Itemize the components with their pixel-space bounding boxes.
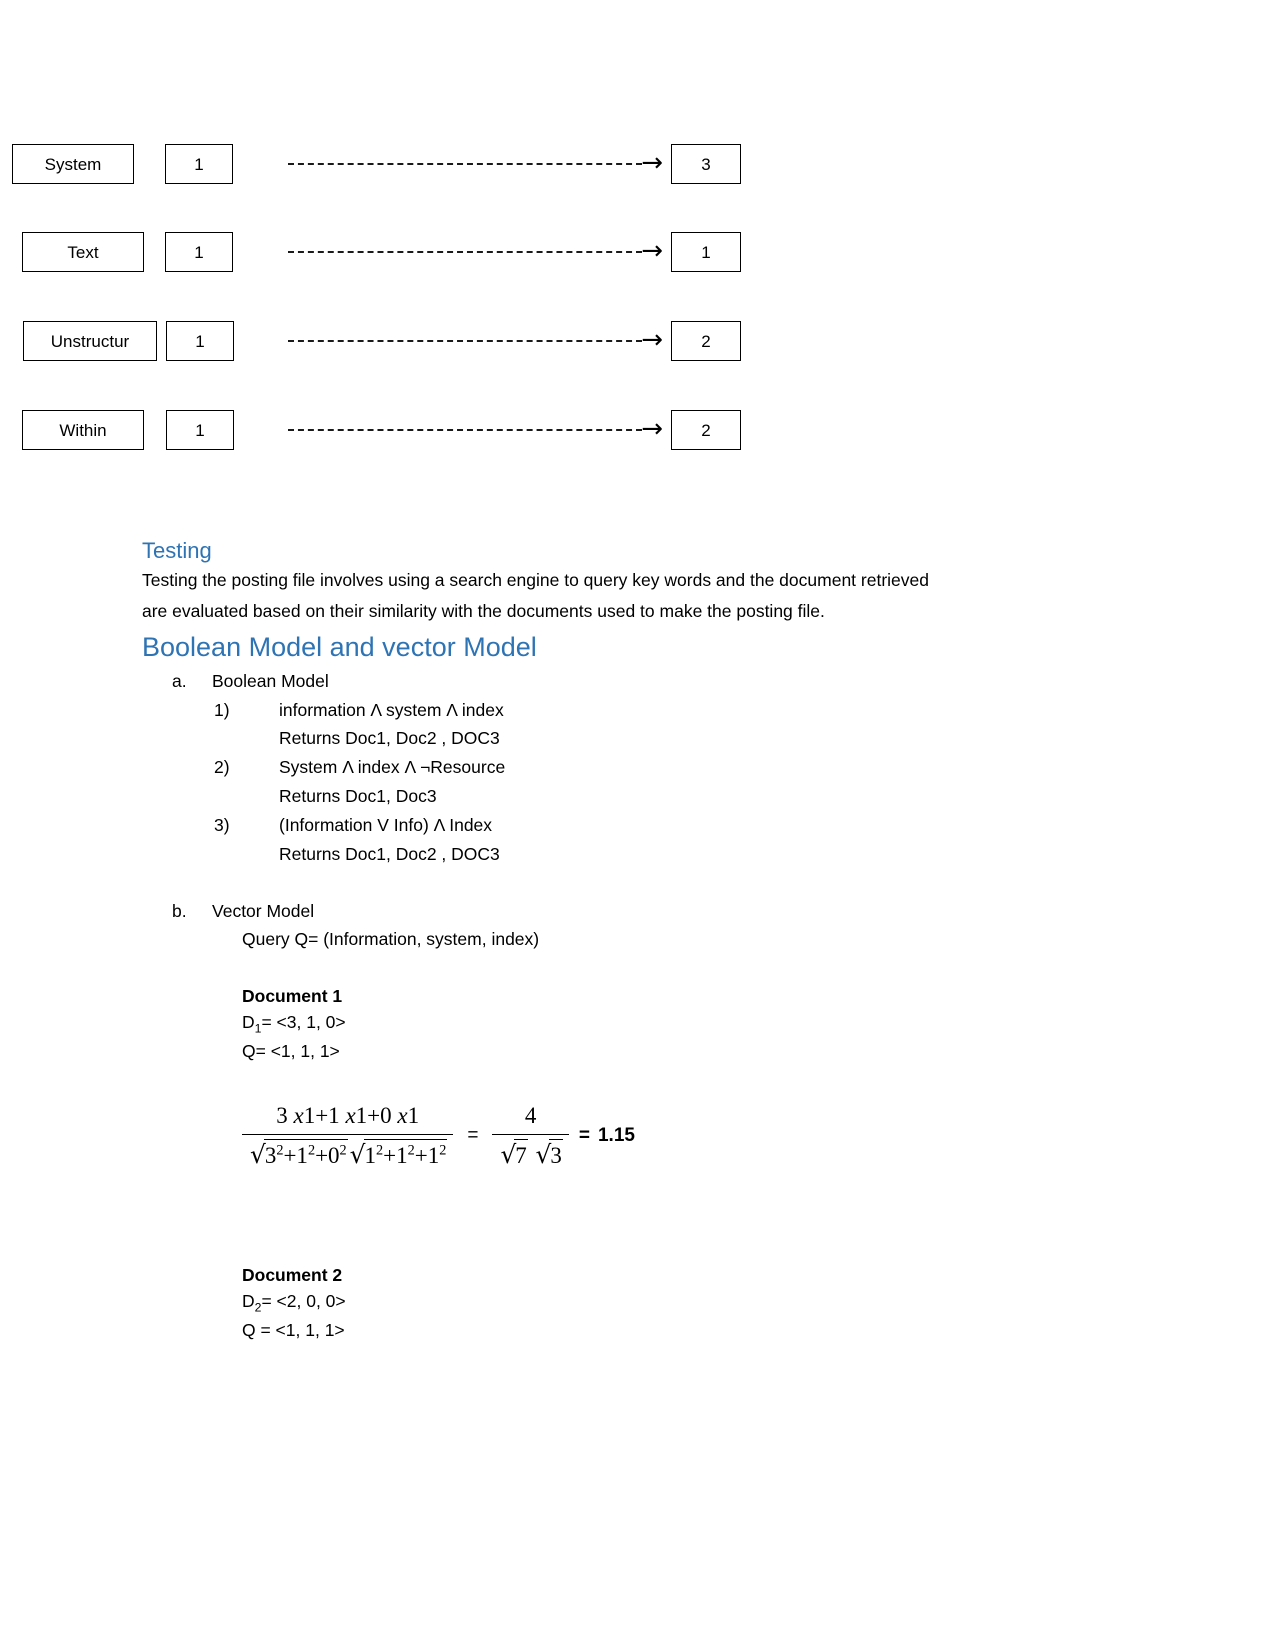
- simplified-denominator: √7 √3: [492, 1134, 569, 1173]
- document-1-title: Document 1: [242, 986, 343, 1007]
- exponent: 2: [407, 1142, 415, 1159]
- heading-boolean-vector-model: Boolean Model and vector Model: [142, 632, 537, 663]
- arrow-unstructur: →: [288, 325, 663, 355]
- term-box-text: Text: [22, 232, 144, 272]
- list-marker: 2): [214, 757, 230, 778]
- dashed-line: [288, 340, 643, 342]
- list-item-boolean-model: a. Boolean Model: [172, 669, 1092, 694]
- query-returns-2: Returns Doc1, Doc3: [279, 786, 437, 807]
- document-body: Testing Testing the posting file involve…: [142, 535, 1092, 1343]
- count-box-system: 1: [165, 144, 233, 184]
- document-2-query-vector: Q = <1, 1, 1>: [242, 1319, 345, 1340]
- radical-body: 32+12+02: [263, 1139, 348, 1173]
- list-marker: 3): [214, 814, 230, 835]
- num-part-d: 1: [407, 1102, 420, 1128]
- query-expression: System Λ index Λ ¬Resource: [279, 757, 506, 778]
- den2-term1: 1: [364, 1143, 377, 1169]
- arrow-text: →: [288, 236, 663, 266]
- list-label: Vector Model: [212, 900, 315, 921]
- radical-body: 7: [514, 1139, 528, 1173]
- posting-row: Unstructur 1 → 2: [0, 321, 1275, 361]
- num-mult-x3: x: [397, 1102, 408, 1128]
- document-1-vector: D1= <3, 1, 0>: [242, 1010, 1092, 1038]
- doc-vector-value: = <3, 1, 0>: [261, 1012, 346, 1033]
- arrow-head-icon: →: [641, 414, 663, 444]
- num-part-c: 1+0: [355, 1102, 398, 1128]
- num-mult-x2: x: [345, 1102, 356, 1128]
- doc-vector-value: = <2, 0, 0>: [261, 1290, 346, 1311]
- radical-three: √3: [534, 1137, 563, 1173]
- list-label: Boolean Model: [212, 670, 329, 691]
- arrow-within: →: [288, 414, 663, 444]
- dashed-line: [288, 163, 643, 165]
- target-box-text: 1: [671, 232, 741, 272]
- list-marker: 1): [214, 699, 230, 720]
- equals-sign-2: =: [578, 1125, 590, 1146]
- document-2-vector: D2= <2, 0, 0>: [242, 1289, 1092, 1317]
- posting-row: Text 1 → 1: [0, 232, 1275, 272]
- radical-body: 3: [549, 1139, 563, 1173]
- doc-vector-label: D: [242, 1012, 255, 1033]
- posting-list-diagram: System 1 → 3 Text 1 → 1 Unstructur 1 → 2…: [0, 0, 1275, 500]
- den2-term3: +1: [414, 1143, 440, 1169]
- dashed-line: [288, 429, 643, 431]
- testing-paragraph-line-1: Testing the posting file involves using …: [142, 570, 929, 591]
- posting-row: System 1 → 3: [0, 144, 1275, 184]
- num-part-b: 1+1: [303, 1102, 346, 1128]
- arrow-head-icon: →: [641, 148, 663, 178]
- arrow-system: →: [288, 148, 663, 178]
- arrow-head-icon: →: [641, 325, 663, 355]
- den1-term2: +1: [283, 1143, 308, 1169]
- arrow-head-icon: →: [641, 236, 663, 266]
- den1-term1: 3: [264, 1143, 277, 1169]
- main-fraction: 3 x1+1 x1+0 x1 √32+12+02 √12+12+12: [242, 1100, 454, 1173]
- simplified-fraction: 4 √7 √3: [492, 1100, 569, 1173]
- fraction-numerator: 3 x1+1 x1+0 x1: [270, 1100, 425, 1135]
- radical-seven: √7: [498, 1137, 528, 1173]
- query-expression: (Information V Info) Λ Index: [279, 814, 493, 835]
- term-box-system: System: [12, 144, 134, 184]
- heading-testing: Testing: [142, 538, 212, 563]
- query-returns-3: Returns Doc1, Doc2 , DOC3: [279, 843, 500, 864]
- exponent: 2: [439, 1142, 447, 1159]
- cosine-similarity-formula: 3 x1+1 x1+0 x1 √32+12+02 √12+12+12 = 4 √7…: [242, 1100, 1092, 1173]
- document-1-query-vector: Q= <1, 1, 1>: [242, 1040, 340, 1061]
- exponent: 2: [339, 1142, 347, 1159]
- exponent: 2: [307, 1142, 316, 1159]
- count-box-unstructur: 1: [166, 321, 234, 361]
- query-expression: information Λ system Λ index: [279, 699, 504, 720]
- list-item-query-2: 2) System Λ index Λ ¬Resource: [214, 755, 1092, 780]
- doc-vector-label: D: [242, 1290, 255, 1311]
- list-item-vector-model: b. Vector Model: [172, 899, 1092, 924]
- vector-query-line: Query Q= (Information, system, index): [242, 929, 540, 950]
- posting-row: Within 1 → 2: [0, 410, 1275, 450]
- term-box-unstructur: Unstructur: [23, 321, 157, 361]
- cosine-similarity-result: 1.15: [597, 1125, 635, 1146]
- count-box-text: 1: [165, 232, 233, 272]
- list-item-query-1: 1) information Λ system Λ index: [214, 698, 1092, 723]
- fraction-denominator: √32+12+02 √12+12+12: [242, 1134, 454, 1173]
- count-box-within: 1: [166, 410, 234, 450]
- den1-term3: +0: [315, 1143, 340, 1169]
- target-box-within: 2: [671, 410, 741, 450]
- simplified-numerator: 4: [524, 1102, 537, 1128]
- document-2-title: Document 2: [242, 1265, 343, 1286]
- query-returns-1: Returns Doc1, Doc2 , DOC3: [279, 728, 500, 749]
- term-box-within: Within: [22, 410, 144, 450]
- radical-query-norm: √12+12+12: [348, 1137, 448, 1173]
- num-part-a: 3: [276, 1102, 294, 1128]
- radical-body: 12+12+12: [363, 1139, 448, 1173]
- equals-sign-1: =: [467, 1125, 479, 1146]
- list-marker: b.: [172, 900, 187, 921]
- dashed-line: [288, 251, 643, 253]
- list-marker: a.: [172, 670, 187, 691]
- target-box-unstructur: 2: [671, 321, 741, 361]
- den2-term2: +1: [383, 1143, 408, 1169]
- target-box-system: 3: [671, 144, 741, 184]
- radical-doc-norm: √32+12+02: [248, 1137, 348, 1173]
- num-mult-x1: x: [293, 1102, 304, 1128]
- list-item-query-3: 3) (Information V Info) Λ Index: [214, 813, 1092, 838]
- testing-paragraph-line-2: are evaluated based on their similarity …: [142, 601, 825, 622]
